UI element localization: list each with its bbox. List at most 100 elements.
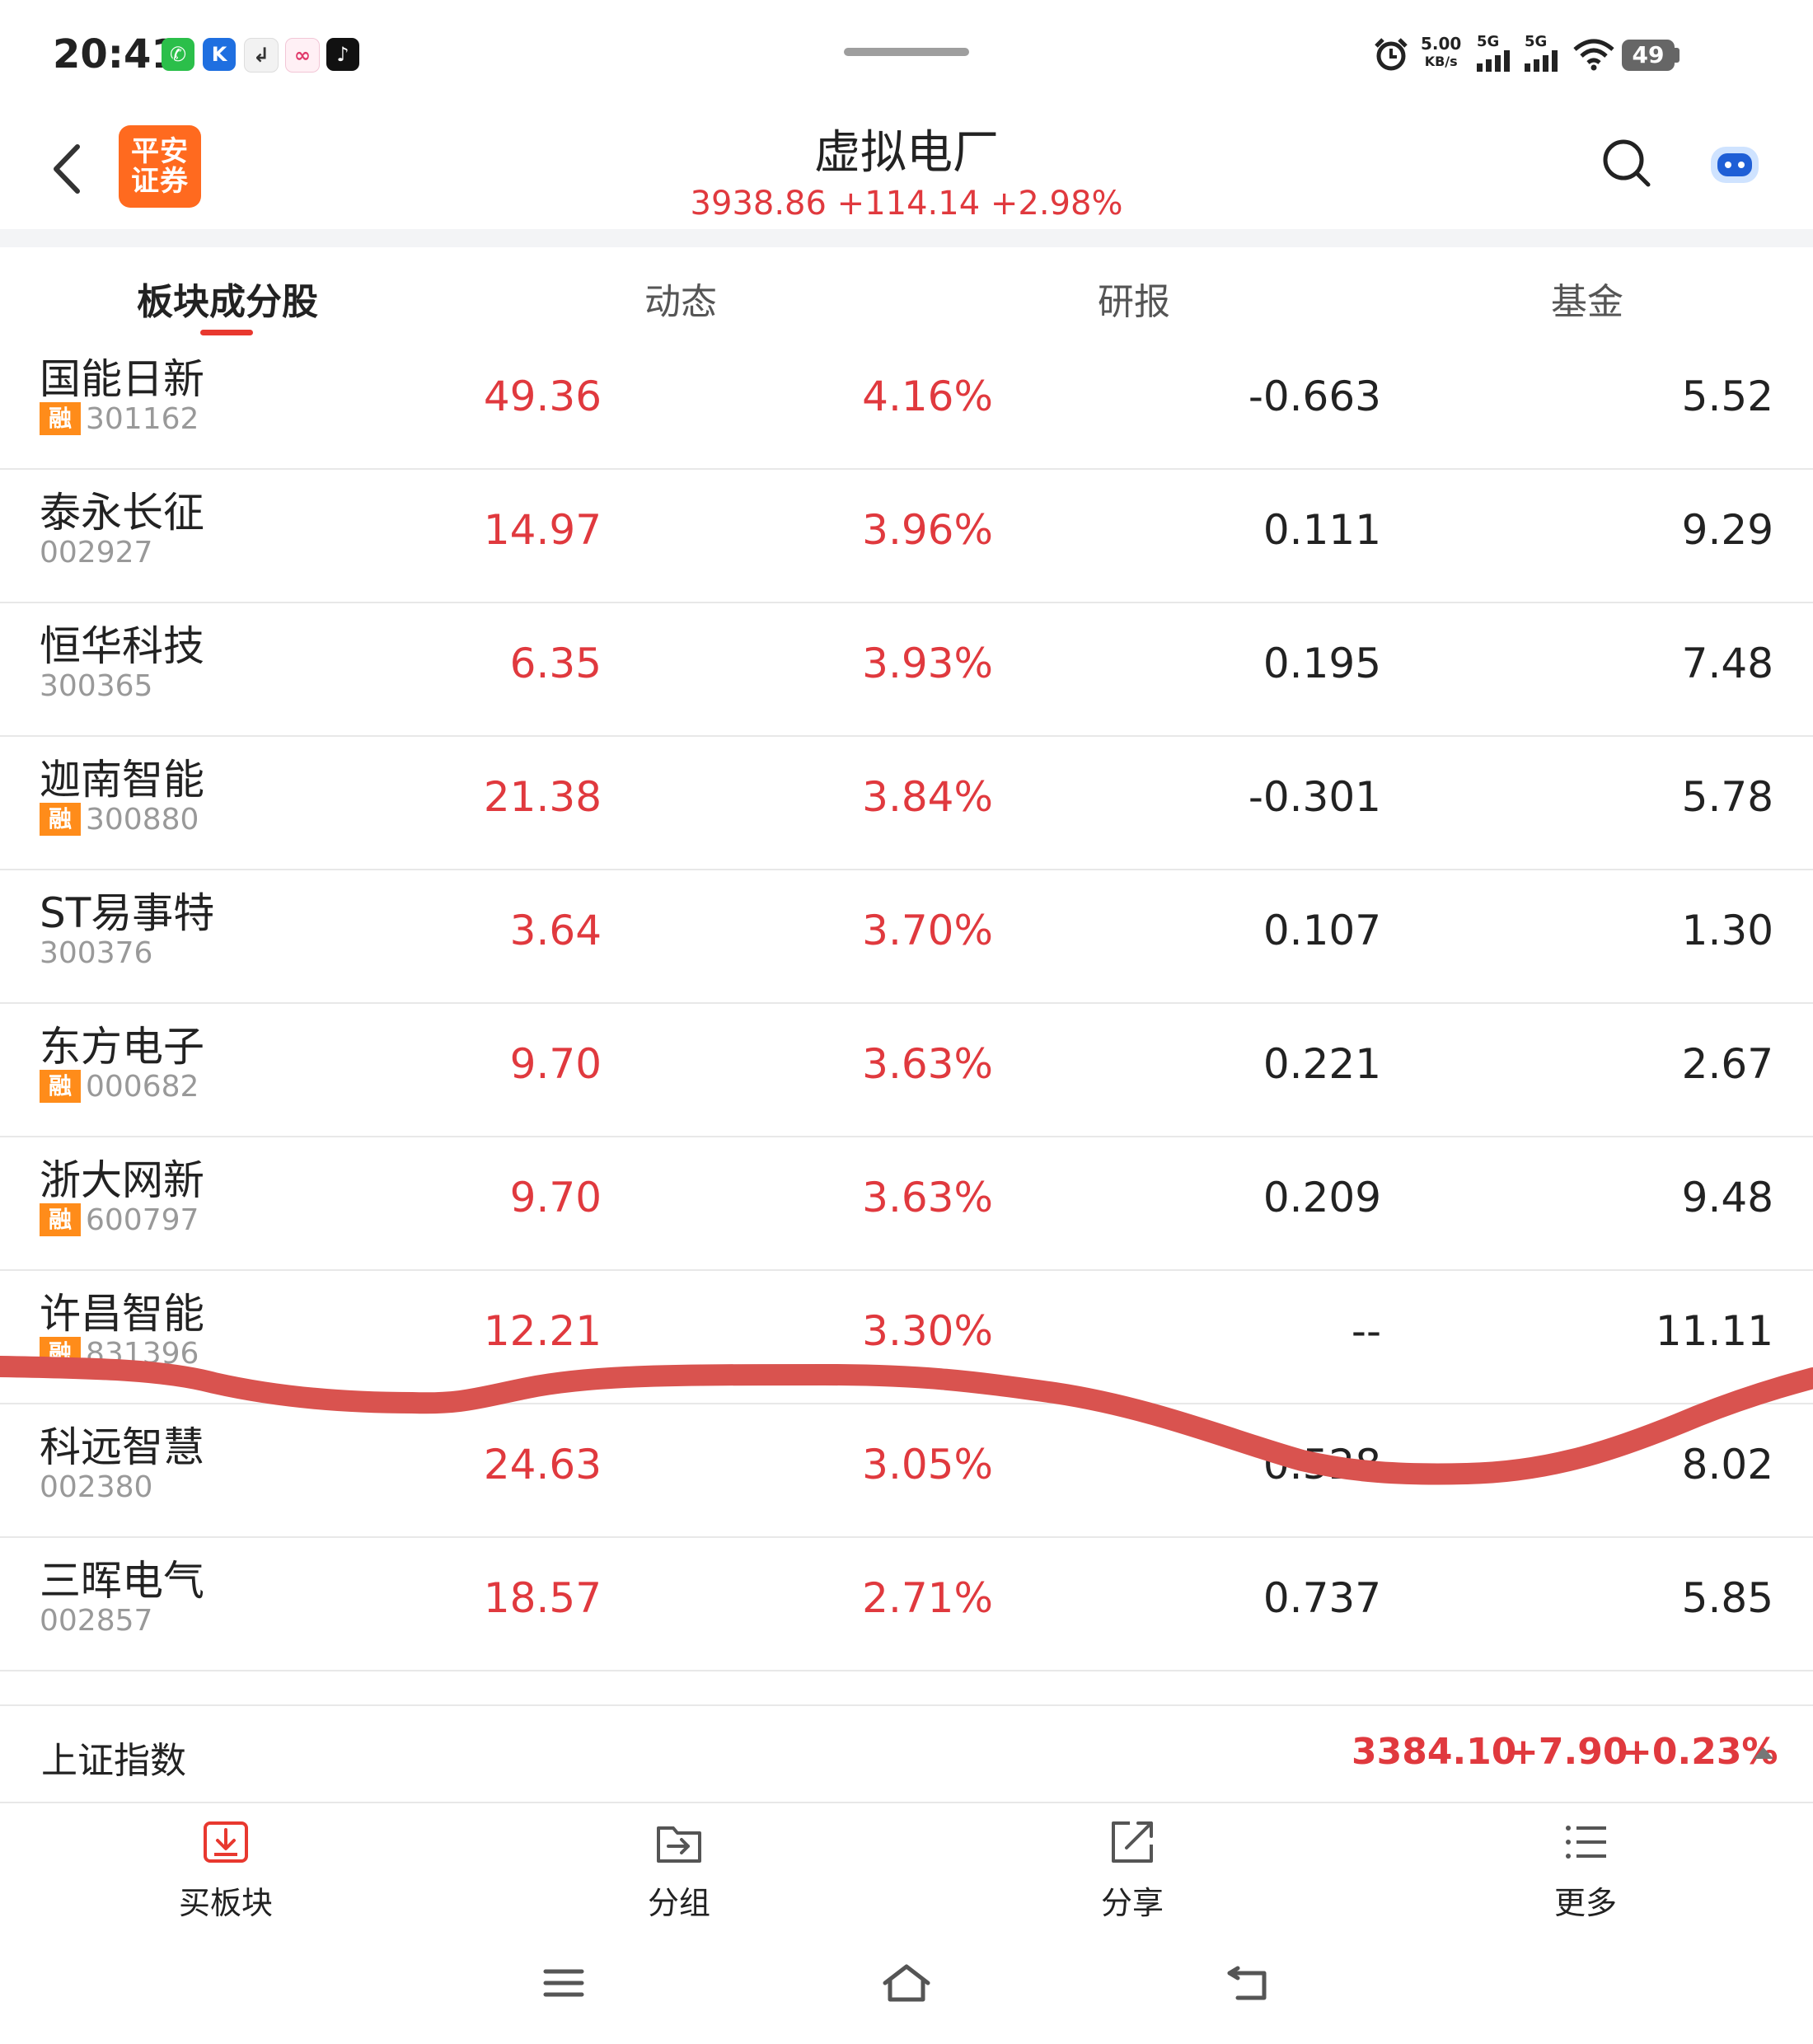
stock-code: 300365 (40, 668, 153, 703)
stock-code: 301162 (86, 401, 199, 436)
more-button[interactable]: 更多 (1462, 1818, 1709, 1923)
stock-code-line: 300365 (40, 668, 152, 704)
stock-price: 6.35 (509, 640, 602, 687)
k-app-icon: K (203, 38, 236, 71)
stock-row[interactable]: 泰永长征 002927 14.97 3.96% 0.111 9.29 (0, 470, 1813, 603)
stock-row[interactable]: 恒华科技 300365 6.35 3.93% 0.195 7.48 (0, 603, 1813, 737)
stock-name: 国能日新 (40, 355, 204, 403)
search-icon[interactable] (1600, 137, 1653, 190)
stock-metric-4: 11.11 (1655, 1307, 1773, 1355)
market-index-ticker[interactable]: 上证指数 3384.10 +7.90 +0.23% (0, 1706, 1813, 1802)
broker-logo: 平安 证券 (119, 125, 201, 208)
stock-code-line: 002857 (40, 1602, 152, 1638)
stock-change-percent: 3.30% (862, 1307, 993, 1355)
stock-price: 3.64 (509, 907, 602, 954)
stock-metric-3: 0.221 (1263, 1040, 1381, 1088)
tab-research[interactable]: 研报 (969, 272, 1299, 325)
buy-sector-button[interactable]: 买板块 (102, 1818, 349, 1923)
back-button[interactable] (41, 140, 99, 198)
tab-funds[interactable]: 基金 (1422, 272, 1752, 325)
battery-indicator: 49 (1622, 40, 1675, 71)
signal-label: 5G (1477, 33, 1500, 50)
wifi-icon (1573, 39, 1614, 71)
buy-sector-label: 买板块 (178, 1885, 273, 1921)
share-label: 分享 (1100, 1885, 1164, 1921)
stock-metric-3: -0.663 (1248, 373, 1381, 420)
stock-code: 002857 (40, 1603, 153, 1638)
stock-row[interactable]: 浙大网新融 600797 9.70 3.63% 0.209 9.48 (0, 1137, 1813, 1271)
stock-change-percent: 3.96% (862, 506, 993, 554)
stock-code: 002380 (40, 1470, 153, 1504)
signal-5g-1: 5G (1477, 33, 1516, 75)
stock-price: 21.38 (483, 773, 602, 821)
margin-trading-badge: 融 (40, 1337, 81, 1370)
sector-index-quote: 3938.86 +114.14 +2.98% (690, 185, 1123, 223)
stock-metric-3: 0.195 (1263, 640, 1381, 687)
stock-code: 831396 (86, 1336, 199, 1371)
margin-trading-badge: 融 (40, 402, 81, 435)
stock-row[interactable]: 许昌智能融 831396 12.21 3.30% -- 11.11 (0, 1271, 1813, 1404)
ticker-index-price: 3384.10 (1352, 1731, 1517, 1773)
stock-code-line: 融 831396 (40, 1335, 199, 1371)
stock-metric-3: 0.209 (1263, 1174, 1381, 1221)
stock-change-percent: 3.63% (862, 1040, 993, 1088)
header-divider (0, 229, 1813, 247)
stock-change-percent: 3.84% (862, 773, 993, 821)
share-button[interactable]: 分享 (1009, 1818, 1256, 1923)
stock-metric-4: 5.52 (1681, 373, 1773, 420)
margin-trading-badge: 融 (40, 1070, 81, 1103)
stock-metric-3: -- (1351, 1307, 1381, 1355)
group-button[interactable]: 分组 (555, 1818, 803, 1923)
menu-nav-icon[interactable] (542, 1962, 585, 2004)
window-grab-handle[interactable] (844, 48, 969, 56)
signal-label: 5G (1525, 33, 1548, 50)
wechat-icon: ✆ (162, 38, 194, 71)
stock-row[interactable]: ST易事特 300376 3.64 3.70% 0.107 1.30 (0, 870, 1813, 1004)
stock-price: 24.63 (483, 1441, 602, 1488)
share-icon (1112, 1821, 1153, 1863)
stock-change-percent: 4.16% (862, 373, 993, 420)
stock-row[interactable]: 迦南智能融 300880 21.38 3.84% -0.301 5.78 (0, 737, 1813, 870)
stock-name: 恒华科技 (40, 622, 204, 670)
expand-up-icon[interactable] (1754, 1747, 1773, 1759)
stock-row[interactable]: 东方电子融 000682 9.70 3.63% 0.221 2.67 (0, 1004, 1813, 1137)
stock-price: 12.21 (483, 1307, 602, 1355)
ai-assistant-icon[interactable] (1706, 140, 1764, 190)
list-icon (1566, 1826, 1606, 1859)
stock-row[interactable]: 国能日新融 301162 49.36 4.16% -0.663 5.52 (0, 336, 1813, 470)
stock-name: 科远智慧 (40, 1423, 204, 1471)
alarm-icon (1375, 38, 1408, 71)
ticker-bottom-divider (0, 1802, 1813, 1803)
logo-line2: 证券 (131, 165, 189, 198)
back-nav-icon[interactable] (1226, 1962, 1272, 2004)
stock-metric-4: 7.48 (1681, 640, 1773, 687)
stock-name: 东方电子 (40, 1023, 204, 1071)
stock-metric-4: 9.48 (1681, 1174, 1773, 1221)
folder-arrow-icon (657, 1826, 701, 1863)
tiktok-icon: ♪ (326, 38, 359, 71)
stock-metric-3: 0.737 (1263, 1574, 1381, 1622)
page-title: 虚拟电厂 (814, 126, 999, 180)
stock-name: 三晖电气 (40, 1557, 204, 1605)
stock-change-percent: 3.05% (862, 1441, 993, 1488)
tab-news[interactable]: 动态 (516, 272, 846, 325)
stock-metric-3: 0.107 (1263, 907, 1381, 954)
stock-code: 002927 (40, 535, 153, 570)
stock-name: 泰永长征 (40, 489, 204, 537)
tab-constituents[interactable]: 板块成分股 (63, 272, 392, 325)
stock-metric-3: 0.111 (1263, 506, 1381, 554)
stock-metric-4: 5.78 (1681, 773, 1773, 821)
stock-row[interactable]: 三晖电气 002857 18.57 2.71% 0.737 5.85 (0, 1538, 1813, 1671)
margin-trading-badge: 融 (40, 1203, 81, 1236)
net-speed: 5.00 KB/s (1421, 35, 1461, 71)
stock-change-percent: 3.70% (862, 907, 993, 954)
net-speed-unit: KB/s (1424, 54, 1458, 69)
clock: 20:41 (53, 31, 179, 77)
margin-trading-badge: 融 (40, 803, 81, 836)
group-label: 分组 (647, 1885, 710, 1921)
home-nav-icon[interactable] (880, 1962, 933, 2004)
stock-row[interactable]: 科远智慧 002380 24.63 3.05% 0.528 8.02 (0, 1404, 1813, 1538)
stock-code-line: 002927 (40, 534, 152, 570)
stock-code-line: 300376 (40, 935, 152, 971)
stock-code-line: 融 000682 (40, 1068, 199, 1104)
